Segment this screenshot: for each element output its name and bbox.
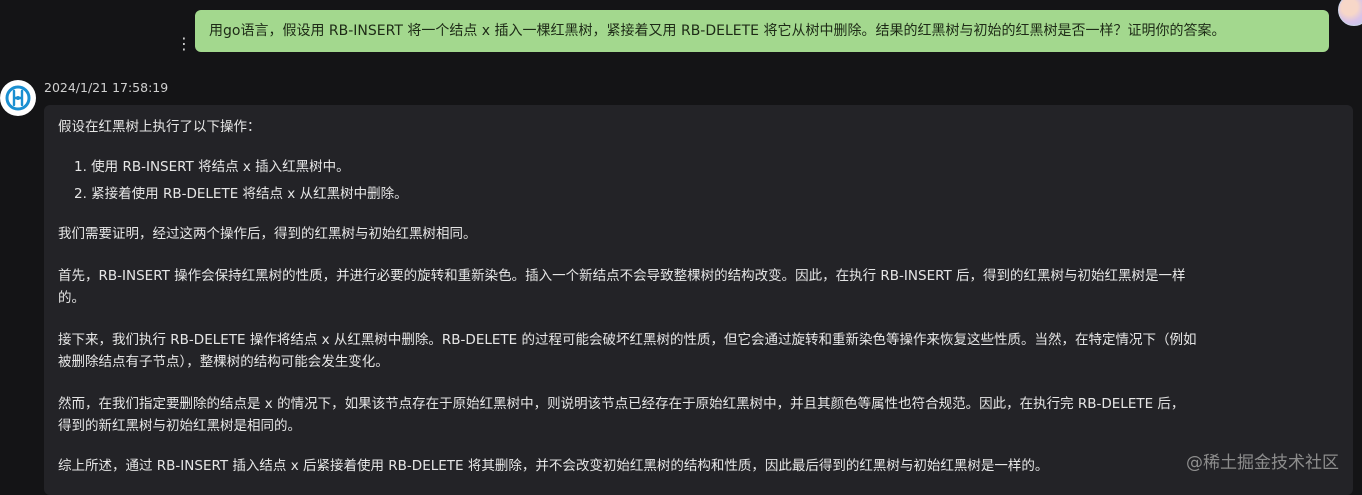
user-message-text: 用go语言，假设用 RB-INSERT 将一个结点 x 插入一棵红黑树，紧接着又…	[209, 23, 1226, 39]
answer-paragraph-3-line-1: 接下来，我们执行 RB-DELETE 操作将结点 x 从红黑树中删除。RB-DE…	[58, 332, 1197, 348]
watermark: @稀土掘金技术社区	[1186, 453, 1339, 473]
message-timestamp: 2024/1/21 17:58:19	[44, 80, 169, 95]
answer-paragraph-3-line-2: 被删除结点有子节点），整棵树的结构可能会发生变化。	[58, 354, 389, 370]
more-options-icon[interactable]: ⋮	[176, 34, 192, 54]
answer-paragraph-2-line-1: 首先，RB-INSERT 操作会保持红黑树的性质，并进行必要的旋转和重新染色。插…	[58, 268, 1186, 284]
bot-logo-icon	[5, 85, 31, 111]
answer-intro: 假设在红黑树上执行了以下操作：	[58, 119, 261, 135]
answer-paragraph-1: 我们需要证明，经过这两个操作后，得到的红黑树与初始红黑树相同。	[58, 226, 477, 242]
answer-paragraph-4-line-2: 得到的新红黑树与初始红黑树是相同的。	[58, 418, 301, 434]
bot-avatar	[0, 80, 36, 116]
user-message-bubble: 用go语言，假设用 RB-INSERT 将一个结点 x 插入一棵红黑树，紧接着又…	[195, 10, 1329, 52]
answer-paragraph-5: 综上所述，通过 RB-INSERT 插入结点 x 后紧接着使用 RB-DELET…	[58, 458, 1049, 474]
user-avatar	[1338, 0, 1362, 26]
answer-paragraph-2-line-2: 的。	[58, 290, 85, 306]
list-item: 1. 使用 RB-INSERT 将结点 x 插入红黑树中。	[74, 159, 350, 175]
answer-card: 假设在红黑树上执行了以下操作： 1. 使用 RB-INSERT 将结点 x 插入…	[44, 105, 1353, 495]
answer-paragraph-4-line-1: 然而，在我们指定要删除的结点是 x 的情况下，如果该节点存在于原始红黑树中，则说…	[58, 396, 1185, 412]
list-item: 2. 紧接着使用 RB-DELETE 将结点 x 从红黑树中删除。	[74, 186, 408, 202]
